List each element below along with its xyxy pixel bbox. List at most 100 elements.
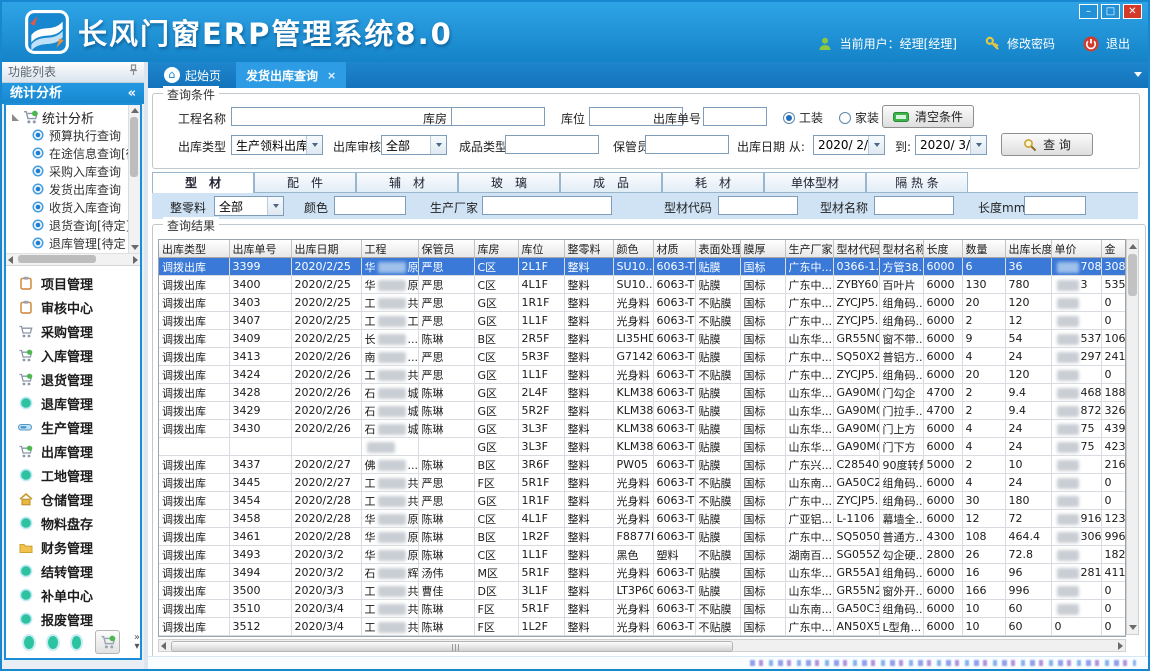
sidebar-item-报废管理[interactable]: 报废管理 <box>6 607 140 631</box>
sidebar-item-退货管理[interactable]: 退货管理 <box>6 367 140 391</box>
column-header[interactable]: 长度 <box>923 240 962 258</box>
material-tab[interactable]: 耗 材 <box>662 172 764 192</box>
section-header-statistics[interactable]: 统计分析 « <box>2 83 144 104</box>
material-tab[interactable]: 单体型材 <box>764 172 866 192</box>
out-type-select[interactable]: 生产领料出库 <box>231 135 323 155</box>
color-input[interactable] <box>334 196 406 215</box>
table-row[interactable]: 调拨出库34582020/2/28华原...陈琳C区4L1F整料光身料6063-… <box>159 510 1125 528</box>
column-header[interactable]: 表面处理 <box>695 240 740 258</box>
tree-vertical-scrollbar[interactable] <box>128 105 140 253</box>
tree-item[interactable]: 退货查询[待定] <box>32 216 140 234</box>
sidebar-item-补单中心[interactable]: 补单中心 <box>6 583 140 607</box>
sidebar-item-仓储管理[interactable]: 仓储管理 <box>6 487 140 511</box>
column-header[interactable]: 出库单号 <box>229 240 291 258</box>
tab-list-dropdown-icon[interactable] <box>1134 72 1142 77</box>
column-header[interactable]: 库位 <box>518 240 564 258</box>
column-header[interactable]: 材质 <box>653 240 695 258</box>
tree-horizontal-scrollbar[interactable] <box>6 254 140 266</box>
material-tab[interactable]: 辅 材 <box>356 172 458 192</box>
material-tab[interactable]: 配 件 <box>254 172 356 192</box>
column-header[interactable]: 单价 <box>1051 240 1101 258</box>
column-header[interactable]: 出库类型 <box>159 240 229 258</box>
tree-item[interactable]: 在途信息查询[待 <box>32 144 140 162</box>
product-type-input[interactable] <box>505 135 599 154</box>
column-header[interactable]: 型材代码 <box>833 240 879 258</box>
column-header[interactable]: 型材名称 <box>879 240 923 258</box>
more-chevron-icon[interactable]: »▾ <box>134 633 140 651</box>
column-header[interactable]: 颜色 <box>613 240 653 258</box>
column-header[interactable]: 工程 <box>361 240 418 258</box>
sidebar-item-采购管理[interactable]: 采购管理 <box>6 319 140 343</box>
table-row[interactable]: 调拨出库34282020/2/26石城陈琳G区2L4F整料KLM38176063… <box>159 384 1125 402</box>
date-to-select[interactable]: 2020/ 3/16 <box>915 135 987 155</box>
table-row[interactable]: 调拨出库34932020/3/2华原...陈琳C区1L1F整料黑色塑料不贴膜国标… <box>159 546 1125 564</box>
material-tab[interactable]: 型 材 <box>152 172 254 193</box>
expander-icon[interactable] <box>12 114 19 121</box>
table-row[interactable]: 调拨出库34132020/2/26南...严思C区5R3F整料G71422606… <box>159 348 1125 366</box>
tab-home[interactable]: ⌂ 起始页 <box>154 62 231 88</box>
sidebar-item-入库管理[interactable]: 入库管理 <box>6 343 140 367</box>
sidebar-item-物料盘存[interactable]: 物料盘存 <box>6 511 140 535</box>
tree-item[interactable]: 采购入库查询 <box>32 162 140 180</box>
minimize-button[interactable]: – <box>1079 4 1098 19</box>
column-header[interactable]: 膜厚 <box>740 240 785 258</box>
column-header[interactable]: 出库长度 <box>1005 240 1051 258</box>
keeper-input[interactable] <box>645 135 729 154</box>
vertical-scrollbar[interactable] <box>1126 239 1139 635</box>
sidebar-item-审核中心[interactable]: 审核中心 <box>6 295 140 319</box>
column-header[interactable]: 库房 <box>474 240 518 258</box>
column-header[interactable]: 出库日期 <box>291 240 361 258</box>
change-password-link[interactable]: 修改密码 <box>1007 35 1055 52</box>
table-row[interactable]: 调拨出库34542020/2/28工共工程严思G区1R1F整料光身料6063-T… <box>159 492 1125 510</box>
audit-select[interactable]: 全部 <box>381 135 447 155</box>
sidebar-item-出库管理[interactable]: 出库管理 <box>6 439 140 463</box>
table-row[interactable]: 调拨出库34452020/2/27工共工程严思F区5R1F整料光身料6063-T… <box>159 474 1125 492</box>
quick-dot-icon[interactable] <box>24 636 34 649</box>
table-row[interactable]: 调拨出库33992020/2/25华原...严思C区2L1F整料SU10...6… <box>159 258 1125 276</box>
table-row[interactable]: 调拨出库34372020/2/27佛...陈琳B区3R6F整料PW056063-… <box>159 456 1125 474</box>
tree-item[interactable]: 预算执行查询 <box>32 126 140 144</box>
search-button[interactable]: 查 询 <box>1001 133 1093 156</box>
profile-code-input[interactable] <box>718 196 798 215</box>
warehouse-input[interactable] <box>451 107 545 126</box>
table-row[interactable]: 调拨出库34612020/2/28华原...陈琳B区1R2F整料F8877FT6… <box>159 528 1125 546</box>
clear-conditions-button[interactable]: 清空条件 <box>882 105 974 128</box>
table-row[interactable]: G区3L3F整料KLM38176063-T5贴膜国标山东华...GA90M09.… <box>159 438 1125 456</box>
length-input[interactable] <box>1024 196 1086 215</box>
column-header[interactable]: 生产厂家 <box>785 240 833 258</box>
table-row[interactable]: 调拨出库34302020/2/26石城陈琳G区3L3F整料KLM38176063… <box>159 420 1125 438</box>
table-row[interactable]: 调拨出库34242020/2/26工共工程严思G区1L1F整料光身料6063-T… <box>159 366 1125 384</box>
quick-dot-icon[interactable] <box>48 636 58 649</box>
maximize-button[interactable]: □ <box>1101 4 1120 19</box>
pin-icon[interactable] <box>129 62 138 82</box>
date-from-select[interactable]: 2020/ 2/16 <box>813 135 885 155</box>
logout-button[interactable]: 退出 <box>1106 35 1130 52</box>
radio-homewear[interactable]: 家装 <box>839 109 879 126</box>
sidebar-item-财务管理[interactable]: 财务管理 <box>6 535 140 559</box>
profile-name-input[interactable] <box>874 196 954 215</box>
project-name-input[interactable] <box>231 107 455 126</box>
table-row[interactable]: 调拨出库34072020/2/25工工程严思G区1L1F整料光身料6063-T5… <box>159 312 1125 330</box>
sidebar-item-退库管理[interactable]: 退库管理 <box>6 391 140 415</box>
whole-part-select[interactable]: 全部 <box>214 196 284 216</box>
column-header[interactable]: 整零料 <box>564 240 613 258</box>
table-row[interactable]: 调拨出库34032020/2/25工共工程严思G区1R1F整料光身料6063-T… <box>159 294 1125 312</box>
close-button[interactable]: ✕ <box>1123 4 1142 19</box>
tab-close-icon[interactable]: × <box>327 69 336 82</box>
sidebar-item-生产管理[interactable]: 生产管理 <box>6 415 140 439</box>
cart-shortcut-button[interactable] <box>95 630 120 654</box>
column-header[interactable]: 金 <box>1101 240 1125 258</box>
horizontal-scrollbar[interactable] <box>158 639 1126 652</box>
table-row[interactable]: 调拨出库34002020/2/25华原...严思C区4L1F整料SU10...6… <box>159 276 1125 294</box>
table-row[interactable]: 调拨出库34942020/3/2石辉城汤伟M区5R1F整料光身料6063-T5贴… <box>159 564 1125 582</box>
material-tab[interactable]: 玻 璃 <box>458 172 560 192</box>
collapse-icon[interactable]: « <box>128 83 136 104</box>
table-row[interactable]: 调拨出库34092020/2/25长...陈琳B区2R5F整料LI35HD606… <box>159 330 1125 348</box>
table-row[interactable]: 调拨出库35002020/3/3工共工程曹佳D区3L1F整料LT3P606063… <box>159 582 1125 600</box>
tree-item[interactable]: 发货出库查询 <box>32 180 140 198</box>
sidebar-item-工地管理[interactable]: 工地管理 <box>6 463 140 487</box>
tree-root-node[interactable]: 统计分析 <box>6 105 140 126</box>
sidebar-item-结转管理[interactable]: 结转管理 <box>6 559 140 583</box>
material-tab[interactable]: 隔 热 条 <box>866 172 968 192</box>
tree-item[interactable]: 收货入库查询 <box>32 198 140 216</box>
